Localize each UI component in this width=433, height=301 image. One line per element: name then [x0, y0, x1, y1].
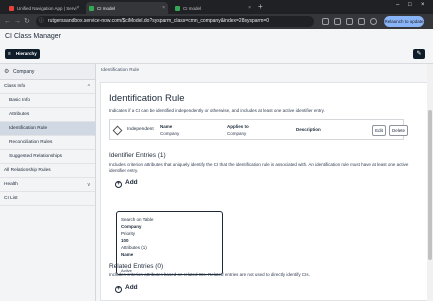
app-header: CI Class Manager ≡ Hierarchy ✎ — [0, 29, 433, 64]
sidebar-item-all-relationship-rules[interactable]: All Relationship Rules — [0, 164, 95, 178]
sidebar-item-label: Suggested Relationships — [9, 154, 63, 159]
sidebar-item-label: CI List — [4, 196, 18, 201]
sidebar-item-label: Health — [4, 182, 18, 187]
edit-rule-button[interactable]: Edit — [372, 125, 386, 136]
rule-name-label: Name — [160, 124, 173, 129]
app-title: CI Class Manager — [5, 33, 62, 40]
rule-type-icon — [112, 125, 123, 136]
sidebar-item-attributes[interactable]: Attributes — [0, 108, 95, 122]
url-text: rutgerssandbox.service-now.com/$ciModel.… — [48, 18, 270, 24]
hierarchy-icon: ≡ — [8, 51, 11, 57]
sidebar-item-label: Reconciliation Rules — [9, 140, 53, 145]
related-entries-description: Includes criterion attributes based on r… — [109, 272, 310, 277]
forward-icon[interactable]: → — [14, 17, 21, 26]
add-identifier-entry-button[interactable]: + Add — [115, 179, 138, 188]
breadcrumb: Identification Rule — [101, 68, 140, 73]
servicenow-favicon-icon — [9, 5, 14, 11]
delete-rule-button[interactable]: Delete — [389, 125, 408, 136]
page-scrollbar-thumb[interactable] — [428, 110, 432, 260]
browser-tab-strip: Unified Navigation App | Servi × CI mode… — [0, 0, 433, 14]
rule-type: Independent — [127, 127, 154, 132]
extensions-puzzle-icon[interactable] — [346, 18, 353, 25]
entry-search-label: Search on Table — [121, 217, 154, 222]
close-tab-icon[interactable]: × — [162, 5, 165, 11]
sidebar-item-label: Basic Info — [9, 98, 31, 103]
entry-priority: 100 — [121, 238, 129, 243]
sidebar-class-header[interactable]: ⚙ Company — [0, 64, 95, 80]
browser-toolbar: ← → ↻ ⓘ rutgerssandbox.service-now.com/$… — [0, 14, 433, 29]
browser-tab-unified-navigation[interactable]: Unified Navigation App | Servi × — [6, 2, 82, 14]
new-tab-icon[interactable]: + — [258, 2, 263, 12]
sidebar-item-label: Identification Rule — [9, 126, 48, 131]
close-tab-icon[interactable]: × — [248, 5, 251, 11]
extension-icon[interactable] — [334, 18, 341, 25]
site-info-icon[interactable]: ⓘ — [39, 16, 44, 27]
sidebar: ⚙ Company Class Info ^ Basic Info Attrib… — [0, 64, 96, 301]
rule-description-label: Description — [296, 127, 321, 132]
sidebar-item-health[interactable]: Health v — [0, 178, 95, 192]
hierarchy-button[interactable]: ≡ Hierarchy — [5, 49, 40, 59]
browser-tab-ci-model[interactable]: CI model × — [172, 2, 254, 14]
sidebar-item-ci-list[interactable]: CI List — [0, 192, 95, 206]
sidebar-item-label: Class Info — [4, 84, 26, 89]
sidebar-item-reconciliation-rules[interactable]: Reconciliation Rules — [0, 136, 95, 150]
identifier-entries-description: Includes criterion attributes that uniqu… — [109, 162, 409, 173]
entry-attributes-label: Attributes (1) — [121, 245, 147, 250]
entry-attribute: Name — [121, 252, 134, 257]
profile-avatar-icon[interactable] — [370, 18, 377, 25]
add-icon: + — [115, 181, 122, 188]
browser-tab-title: CI model — [183, 5, 202, 11]
main-content: Identification Rule Identification Rule … — [96, 64, 433, 301]
add-label: Add — [125, 179, 138, 186]
identifier-entries-title: Identifier Entries (1) — [109, 152, 166, 159]
maximize-icon[interactable]: □ — [408, 2, 412, 8]
rule-name-value: Company — [160, 131, 180, 136]
add-icon: + — [115, 286, 122, 293]
rule-applies-to-label: Applies to — [227, 124, 249, 129]
add-label: Add — [125, 284, 138, 291]
close-window-icon[interactable]: × — [421, 2, 425, 8]
add-related-entry-button[interactable]: + Add — [115, 284, 138, 293]
sidebar-item-label: All Relationship Rules — [4, 168, 51, 173]
sidebar-item-class-info[interactable]: Class Info ^ — [0, 80, 95, 94]
address-bar[interactable]: ⓘ rutgerssandbox.service-now.com/$ciMode… — [36, 16, 314, 27]
back-icon[interactable]: ← — [4, 17, 11, 26]
sidebar-class-name: Company — [13, 69, 35, 75]
browser-tab-ci-model-active[interactable]: CI model × — [86, 2, 168, 14]
entry-table: Company — [121, 224, 142, 229]
identification-rule-card: Identification Rule Indicates if a CI ca… — [100, 82, 428, 301]
gear-icon: ⚙ — [4, 69, 10, 75]
close-tab-icon[interactable]: × — [76, 5, 79, 11]
sidebar-item-identification-rule[interactable]: Identification Rule — [0, 122, 95, 136]
chevron-up-icon: ^ — [87, 84, 90, 90]
identification-rule-row: Independent Name Company Applies to Comp… — [109, 119, 408, 140]
sidebar-item-label: Attributes — [9, 112, 30, 117]
rule-applies-to-value: Company — [227, 131, 247, 136]
related-entries-title: Related Entries (0) — [109, 263, 164, 270]
page-favicon-icon — [175, 5, 180, 11]
browser-tab-title: Unified Navigation App | Servi — [17, 5, 77, 11]
page-description: Indicates if a CI can be identified inde… — [109, 108, 325, 113]
sidebar-item-basic-info[interactable]: Basic Info — [0, 94, 95, 108]
reload-icon[interactable]: ↻ — [24, 17, 30, 26]
relaunch-to-update-button[interactable]: Relaunch to update — [384, 16, 424, 27]
extension-icon[interactable] — [322, 18, 329, 25]
browser-tab-title: CI model — [97, 5, 116, 11]
page-favicon-icon — [89, 5, 94, 11]
page-title: Identification Rule — [109, 93, 185, 104]
minimize-icon[interactable]: – — [396, 2, 399, 8]
entry-priority-label: Priority — [121, 231, 136, 236]
chevron-down-icon: v — [87, 182, 91, 188]
sidebar-item-suggested-relationships[interactable]: Suggested Relationships — [0, 150, 95, 164]
hierarchy-button-label: Hierarchy — [16, 51, 37, 56]
edit-icon[interactable]: ✎ — [413, 49, 425, 59]
side-panel-icon[interactable] — [358, 18, 365, 25]
